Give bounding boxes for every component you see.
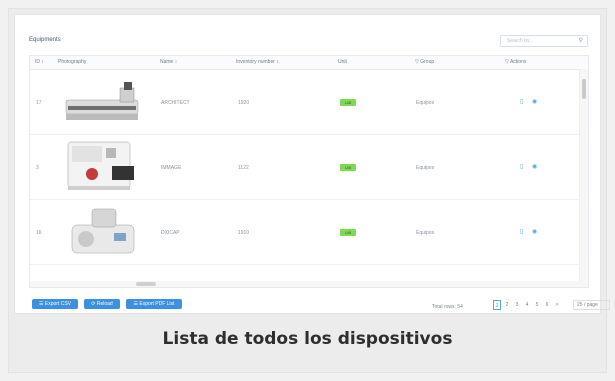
view-icon[interactable]: ◉ [532, 98, 537, 105]
column-header-photo: Photography [58, 59, 87, 65]
panel-title: Equipments [29, 37, 61, 43]
cell-name: ARCHITECT [161, 100, 190, 106]
cell-name: DXICAP [161, 230, 180, 236]
document-icon[interactable]: ▯ [520, 228, 523, 235]
table-row[interactable]: 16 DXICAP 1910 LAB Equipos ▯ ◉ [30, 200, 588, 265]
page-3[interactable]: 3 [513, 300, 521, 310]
document-icon[interactable]: ▯ [520, 98, 523, 105]
horizontal-scroll-thumb[interactable] [136, 282, 156, 286]
cell-id: 17 [36, 100, 42, 106]
page-1[interactable]: 1 [493, 300, 501, 310]
cell-name: IMMAGE [161, 165, 182, 171]
next-page-button[interactable]: > [553, 300, 561, 310]
page-2[interactable]: 2 [503, 300, 511, 310]
horizontal-scrollbar[interactable] [30, 281, 588, 287]
view-icon[interactable]: ◉ [532, 163, 537, 170]
cell-group: Equipos [416, 165, 435, 171]
column-header-inventory[interactable]: Inventory number ↕ [236, 59, 279, 65]
equipment-table: ID ↕ Photography Name ↕ Inventory number… [29, 55, 589, 288]
document-icon[interactable]: ▯ [520, 163, 523, 170]
caption: Lista de todos los dispositivos [162, 329, 453, 349]
per-page-select[interactable]: 25 / page [573, 300, 610, 310]
unit-badge: LAB [340, 164, 356, 171]
cell-group: Equipos [416, 230, 435, 236]
analyzer-device-photo [65, 82, 139, 120]
search-placeholder: Search by... [507, 38, 534, 44]
search-icon: ⚲ [578, 38, 583, 44]
vertical-scrollbar[interactable] [579, 69, 588, 287]
vertical-scroll-thumb[interactable] [582, 79, 586, 99]
table-row[interactable]: 3 IMMAGE 1122 LAB Equipos ▯ ◉ [30, 135, 588, 200]
cell-id: 3 [36, 165, 39, 171]
equipments-panel: Equipments Search by... ⚲ ID ↕ Photograp… [14, 14, 610, 314]
column-header-group[interactable]: ▽ Group [415, 59, 434, 65]
page-4[interactable]: 4 [523, 300, 531, 310]
unit-badge: LAB [340, 229, 356, 236]
column-header-unit: Unit [338, 59, 347, 65]
table-row[interactable]: 17 ARCHITECT 1920 LAB Equipos ▯ ◉ [30, 70, 588, 135]
cell-inventory: 1122 [238, 165, 249, 171]
column-header-name[interactable]: Name ↕ [160, 59, 177, 65]
table-header: ID ↕ Photography Name ↕ Inventory number… [30, 56, 588, 70]
page-6[interactable]: 6 [543, 300, 551, 310]
total-rows: Total rows: 54 [432, 304, 463, 310]
export-pdf-button[interactable]: ☰ Export PDF List [126, 299, 182, 309]
unit-badge: LAB [340, 99, 356, 106]
reload-button[interactable]: ⟳ Reload [84, 299, 120, 309]
cell-inventory: 1910 [238, 230, 250, 236]
view-icon[interactable]: ◉ [532, 228, 537, 235]
search-input[interactable]: Search by... ⚲ [500, 35, 588, 47]
page-5[interactable]: 5 [533, 300, 541, 310]
analyzer-device-photo [71, 208, 135, 254]
analyzer-device-photo [67, 141, 134, 190]
column-header-actions[interactable]: ▽ Actions [505, 59, 526, 65]
export-csv-button[interactable]: ☰ Export CSV [32, 299, 78, 309]
cell-inventory: 1920 [238, 100, 250, 106]
cell-id: 16 [36, 230, 42, 236]
cell-group: Equipos [416, 100, 435, 106]
column-header-id[interactable]: ID ↕ [35, 59, 44, 65]
